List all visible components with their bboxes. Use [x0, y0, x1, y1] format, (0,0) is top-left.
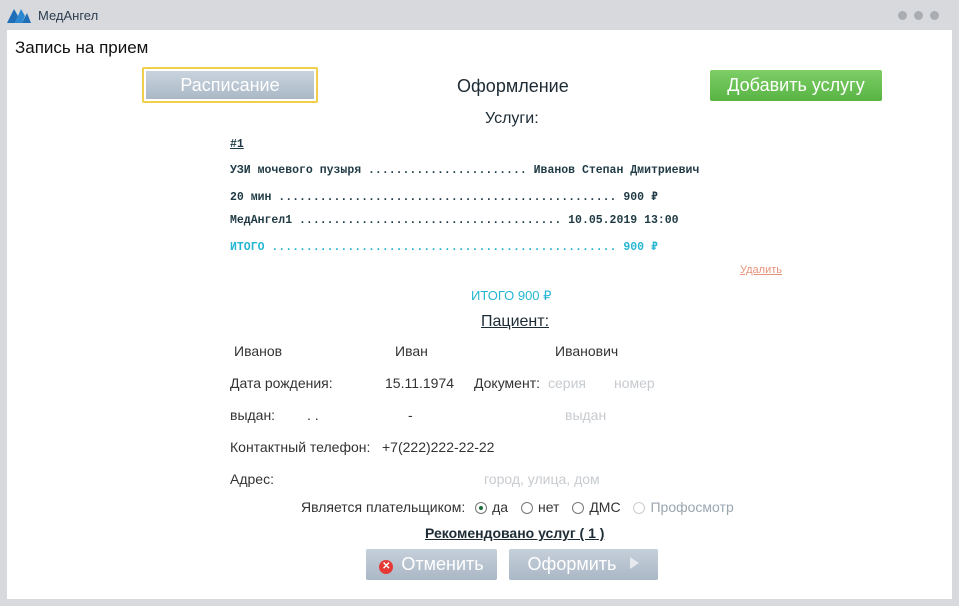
grand-total: ИТОГО 900 ₽ [471, 288, 552, 303]
page-title: Запись на прием [15, 38, 149, 57]
medangel-logo-icon [7, 9, 31, 23]
service-line: УЗИ мочевого пузыря ....................… [230, 164, 700, 177]
play-icon [630, 557, 640, 569]
birth-date-label: Дата рождения: [230, 375, 333, 391]
window-dot-icon[interactable] [898, 11, 907, 20]
issued-dash: - [408, 407, 413, 423]
services-title: Услуги: [485, 110, 539, 127]
issued-label: выдан: [230, 407, 276, 423]
submit-button-label: Оформить [527, 554, 617, 574]
recommended-services-link[interactable]: Рекомендовано услуг ( 1 ) [425, 525, 604, 541]
birth-date-field[interactable]: 15.11.1974 [385, 375, 454, 391]
radio-icon[interactable] [633, 502, 646, 514]
phone-label: Контактный телефон: [230, 439, 371, 455]
radio-selected-icon[interactable] [475, 502, 488, 514]
patient-title: Пациент: [481, 313, 550, 330]
section-title: Оформление [457, 76, 569, 96]
first-name-field[interactable]: Иван [395, 343, 428, 359]
service-total-line: ИТОГО ..................................… [230, 241, 658, 254]
radio-icon[interactable] [572, 502, 585, 514]
middle-name-field[interactable]: Иванович [555, 343, 618, 359]
schedule-button[interactable]: Расписание [142, 67, 318, 103]
window-dot-icon[interactable] [930, 11, 939, 20]
issued-date-input[interactable]: . . [307, 407, 319, 423]
app-title: МедАнгел [38, 8, 99, 23]
close-icon: ✕ [379, 560, 394, 574]
main-window: Запись на прием Расписание Оформление До… [7, 30, 952, 599]
service-number: #1 [230, 138, 244, 151]
payer-option-checkup[interactable]: Профосмотр [633, 499, 734, 515]
schedule-button-label: Расписание [146, 71, 314, 99]
delete-service-link[interactable]: Удалить [740, 264, 782, 276]
window-dot-icon[interactable] [914, 11, 923, 20]
payer-option-yes[interactable]: да [475, 499, 508, 515]
cancel-button-label: Отменить [401, 554, 484, 574]
title-bar: МедАнгел [0, 0, 959, 30]
issued-by-input[interactable]: выдан [565, 407, 606, 423]
payer-row: Является плательщиком: да нет ДМС Профос… [301, 499, 734, 515]
payer-option-no[interactable]: нет [520, 499, 559, 515]
address-input[interactable]: город, улица, дом [484, 471, 600, 487]
document-series-input[interactable]: серия [548, 375, 586, 391]
window-controls [898, 11, 939, 20]
payer-label: Является плательщиком: [301, 499, 466, 515]
last-name-field[interactable]: Иванов [234, 343, 282, 359]
payer-option-dms[interactable]: ДМС [572, 499, 621, 515]
service-line: 20 мин .................................… [230, 191, 658, 204]
cancel-button[interactable]: ✕ Отменить [366, 549, 497, 580]
radio-icon[interactable] [520, 502, 533, 514]
service-line: МедАнгел1 ..............................… [230, 214, 679, 227]
add-service-button[interactable]: Добавить услугу [710, 70, 882, 101]
address-label: Адрес: [230, 471, 274, 487]
phone-field[interactable]: +7(222)222-22-22 [382, 439, 494, 455]
submit-button[interactable]: Оформить [509, 549, 658, 580]
document-number-input[interactable]: номер [614, 375, 655, 391]
document-label: Документ: [474, 375, 540, 391]
